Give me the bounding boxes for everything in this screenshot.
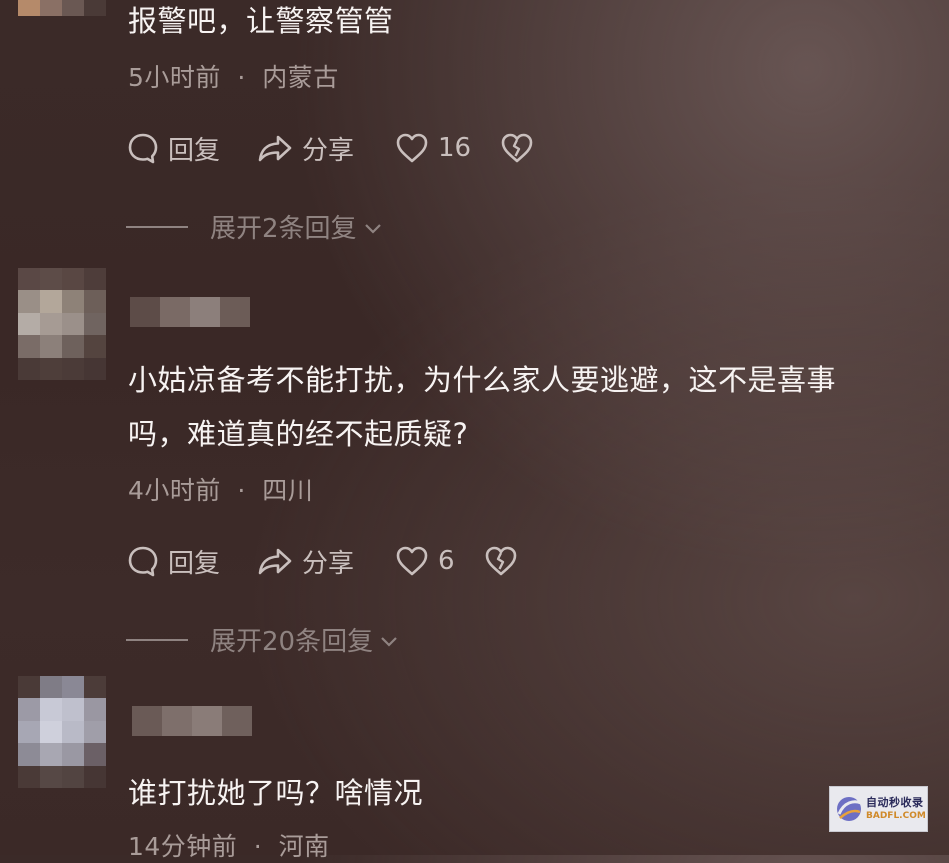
avatar[interactable] [18,268,106,380]
expand-replies-label: 展开20条回复 [210,627,374,657]
comment-meta: 14分钟前 · 河南 [128,827,330,863]
chevron-down-icon [379,625,399,655]
expand-replies-label: 展开2条回复 [210,214,357,244]
broken-heart-icon [483,544,519,578]
watermark-en-text: BADFL.COM [866,811,926,821]
expand-replies-button[interactable]: 展开20条回复 [126,621,399,658]
share-label: 分享 [302,135,355,166]
comment-time: 5小时前 [128,63,221,92]
comment-item: 报警吧，让警察管管 5小时前 · 内蒙古 回复 分享 16 展开2条回复 [0,0,949,260]
comment-location: 内蒙古 [262,63,339,92]
chevron-down-icon [363,212,383,242]
like-count: 16 [438,133,472,163]
heart-icon [394,131,430,165]
comment-actions: 回复 分享 6 [126,541,519,581]
watermark-logo: 自动秒收录 BADFL.COM [829,786,928,832]
comment-location: 四川 [262,476,314,505]
divider-line [126,638,188,641]
watermark-cn-text: 自动秒收录 [866,796,924,809]
meta-separator: · [237,63,246,92]
comment-text: 谁打扰她了吗？啥情况 [128,776,424,810]
comment-location: 河南 [278,832,330,861]
expand-replies-button[interactable]: 展开2条回复 [126,208,383,245]
comment-meta: 4小时前 · 四川 [128,471,313,507]
like-button[interactable]: 6 [394,544,455,578]
meta-separator: · [253,832,263,861]
comment-text-line: 小姑凉备考不能打扰，为什么家人要逃避，这不是喜事 [128,363,837,397]
reply-button[interactable]: 回复 [126,130,256,167]
username-mosaic[interactable] [132,706,252,736]
avatar[interactable] [18,0,106,16]
comment-time: 14分钟前 [128,832,238,861]
like-button[interactable]: 16 [394,131,471,165]
meta-separator: · [237,476,246,505]
reply-button[interactable]: 回复 [126,543,256,580]
dislike-button[interactable] [499,131,535,165]
comment-item: 小姑凉备考不能打扰，为什么家人要逃避，这不是喜事 吗，难道真的经不起质疑? 4小… [0,265,949,665]
comment-text: 报警吧，让警察管管 [128,4,394,38]
share-button[interactable]: 分享 [256,543,394,580]
heart-icon [394,544,430,578]
share-label: 分享 [302,548,355,579]
speech-bubble-icon [126,544,160,578]
dislike-button[interactable] [483,544,519,578]
reply-label: 回复 [168,548,221,579]
comment-item: 谁打扰她了吗？啥情况 14分钟前 · 河南 [0,672,949,861]
speech-bubble-icon [126,131,160,165]
comment-text: 小姑凉备考不能打扰，为什么家人要逃避，这不是喜事 吗，难道真的经不起质疑? [128,353,836,461]
broken-heart-icon [499,131,535,165]
reply-label: 回复 [168,135,221,166]
comment-meta: 5小时前 · 内蒙古 [128,58,339,94]
share-button[interactable]: 分享 [256,130,394,167]
comment-actions: 回复 分享 16 [126,128,535,168]
globe-logo-icon [834,794,864,824]
avatar[interactable] [18,676,106,788]
share-arrow-icon [256,544,294,578]
share-arrow-icon [256,131,294,165]
divider-line [126,225,188,228]
username-mosaic[interactable] [130,297,250,327]
comment-text-line: 吗，难道真的经不起质疑? [128,417,469,451]
like-count: 6 [438,546,455,576]
comment-time: 4小时前 [128,476,221,505]
